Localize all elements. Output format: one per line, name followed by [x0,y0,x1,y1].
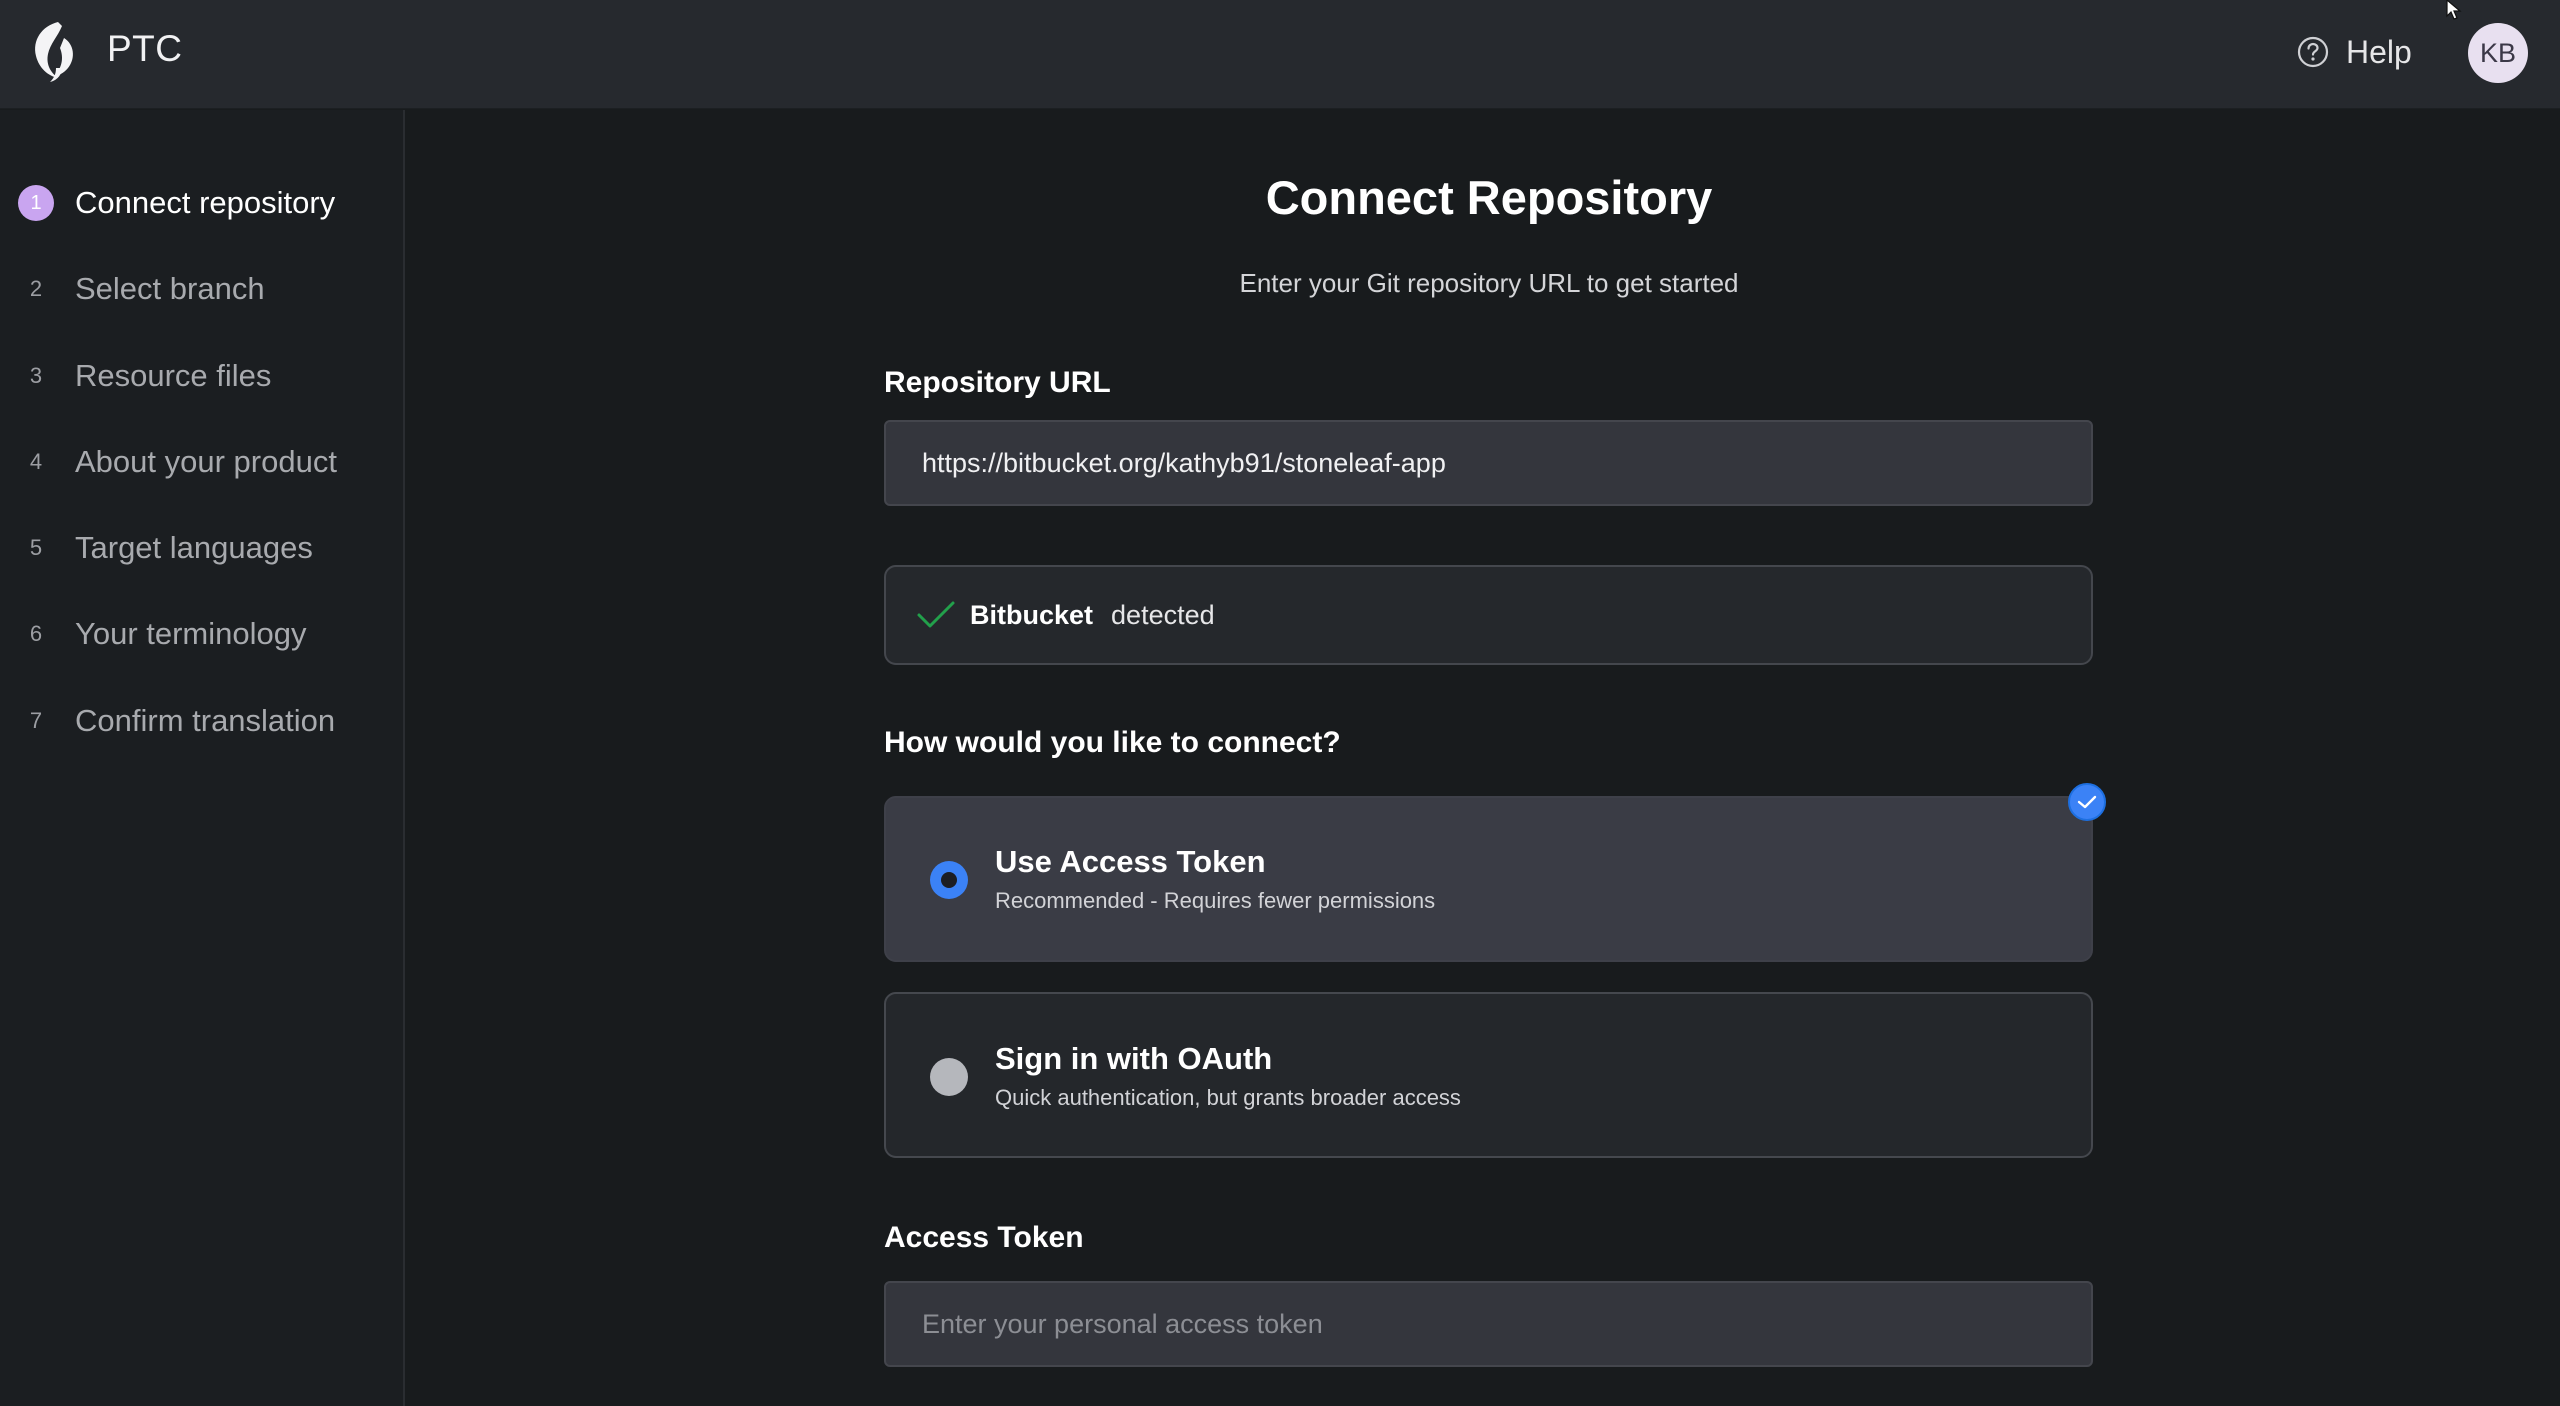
brand-name: PTC [107,28,183,69]
repository-url-label: Repository URL [884,366,1111,399]
option-title: Sign in with OAuth [995,1041,1273,1076]
user-avatar[interactable]: KB [2468,23,2528,83]
radio-unselected[interactable] [930,1058,968,1096]
checkmark-icon [917,601,955,628]
step-label: Your terminology [75,616,307,651]
step-target-languages[interactable]: 5 Target languages [0,518,405,578]
radio-selected[interactable] [930,861,968,899]
step-label: Confirm translation [75,703,336,738]
step-resource-files[interactable]: 3 Resource files [0,346,405,406]
detection-status: detected [1111,599,1215,630]
access-token-input[interactable]: Enter your personal access token [884,1281,2093,1367]
provider-detected-banner: Bitbucket detected [884,565,2093,665]
step-number: 5 [29,535,43,560]
step-your-terminology[interactable]: 6 Your terminology [0,604,405,664]
provider-name: Bitbucket [970,599,1094,630]
step-number: 7 [29,708,43,733]
help-label: Help [2346,33,2412,70]
option-oauth[interactable]: Sign in with OAuth Quick authentication,… [884,992,2093,1158]
step-number: 2 [29,276,43,301]
top-bar: PTC Help KB [0,0,2560,109]
ptc-logo-icon[interactable] [28,18,84,84]
option-description: Quick authentication, but grants broader… [995,1085,1461,1110]
repository-url-input[interactable]: https://bitbucket.org/kathyb91/stoneleaf… [884,420,2093,506]
steps-sidebar: 1 Connect repository 2 Select branch 3 R… [0,110,405,1406]
step-confirm-translation[interactable]: 7 Confirm translation [0,691,405,751]
step-connect-repository[interactable]: 1 Connect repository [0,173,405,233]
page-title: Connect Repository [1265,171,1713,224]
connect-method-question: How would you like to connect? [884,726,1341,759]
selected-check-icon [2068,783,2106,821]
step-select-branch[interactable]: 2 Select branch [0,259,405,319]
step-number: 1 [18,185,54,221]
mouse-cursor-icon [2446,0,2462,20]
step-number: 3 [29,363,43,388]
step-about-your-product[interactable]: 4 About your product [0,432,405,492]
option-title: Use Access Token [995,844,1266,879]
option-description: Recommended - Requires fewer permissions [995,888,1436,913]
question-circle-icon [2297,36,2329,68]
page-subtitle: Enter your Git repository URL to get sta… [1239,268,1739,298]
step-number: 6 [29,621,43,646]
step-label: About your product [75,444,337,479]
help-button[interactable]: Help [2296,32,2412,72]
step-number: 4 [29,449,43,474]
step-label: Target languages [75,530,313,565]
step-label: Resource files [75,358,272,393]
step-label: Connect repository [75,185,336,220]
option-access-token[interactable]: Use Access Token Recommended - Requires … [884,796,2093,962]
access-token-label: Access Token [884,1221,1084,1254]
step-label: Select branch [75,271,265,306]
